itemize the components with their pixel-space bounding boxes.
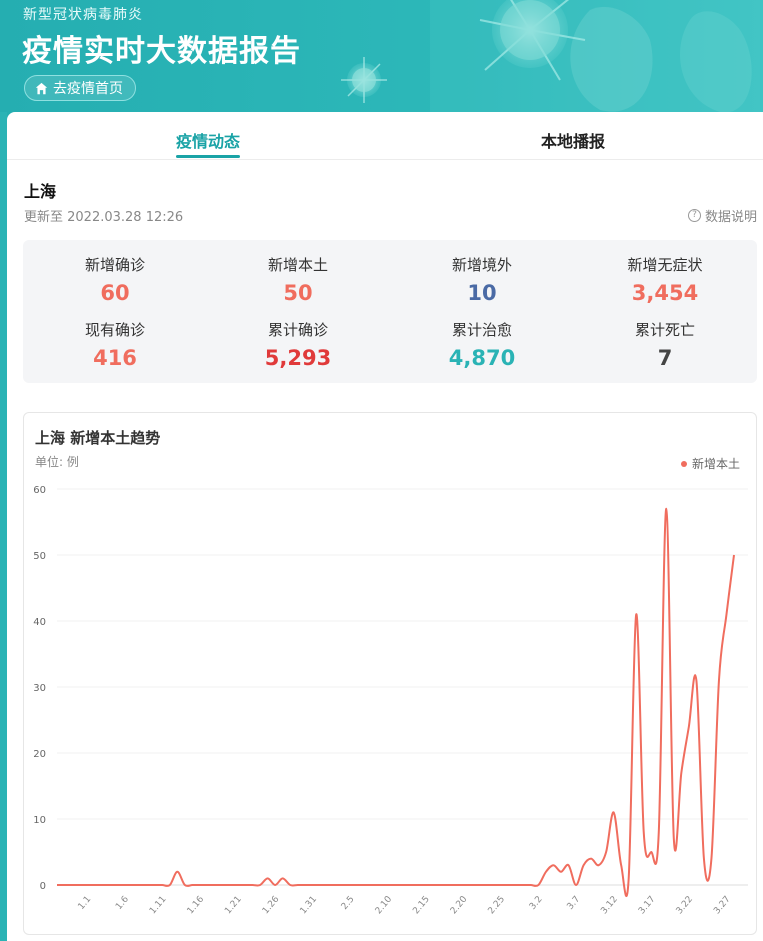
legend-dot (680, 460, 687, 467)
data-note-label: 数据说明 (704, 210, 757, 225)
stat-label: 新增无症状 (627, 256, 703, 274)
x-tick-label: 3.7 (565, 895, 582, 912)
stat-total-cured: 累计治愈 4,870 (390, 319, 574, 370)
question-icon: ? (687, 209, 701, 222)
x-tick-label: 1.11 (148, 895, 169, 917)
stat-label: 新增确诊 (84, 256, 145, 274)
stat-label: 累计确诊 (267, 321, 328, 339)
left-edge (0, 112, 7, 941)
stat-total-deaths: 累计死亡 7 (573, 319, 757, 370)
x-tick-label: 2.5 (340, 895, 357, 912)
stat-new-imported: 新增境外 10 (390, 254, 574, 305)
x-tick-label: 1.21 (223, 895, 244, 917)
stat-new-asymptomatic: 新增无症状 3,454 (573, 254, 757, 305)
x-tick-label: 3.27 (712, 895, 733, 917)
region-name: 上海 (24, 182, 57, 201)
home-button-label: 去疫情首页 (53, 81, 123, 97)
stat-value: 10 (467, 281, 497, 305)
stat-label: 新增本土 (267, 256, 328, 274)
chart-legend[interactable]: 新增本土 (680, 455, 740, 472)
tab-bar: 疫情动态 本地播报 (7, 112, 763, 160)
x-tick-label: 3.22 (675, 895, 696, 917)
x-tick-label: 2.20 (449, 894, 470, 916)
stat-label: 累计死亡 (634, 321, 695, 339)
chart-unit: 单位: 例 (35, 455, 79, 469)
x-tick-label: 1.26 (261, 894, 282, 916)
x-tick-label: 1.16 (186, 894, 207, 916)
x-tick-label: 3.2 (528, 895, 545, 912)
stat-current-confirmed: 现有确诊 416 (23, 319, 207, 370)
stat-label: 累计治愈 (451, 321, 512, 339)
stat-total-confirmed: 累计确诊 5,293 (206, 319, 390, 370)
stat-value: 3,454 (631, 281, 699, 305)
y-tick-label: 30 (33, 683, 46, 694)
content-card: 疫情动态 本地播报 上海 更新至 2022.03.28 12:26 ? 数据说明… (7, 112, 763, 941)
x-tick-label: 1.31 (299, 895, 320, 917)
stat-value: 5,293 (264, 346, 332, 370)
y-tick-label: 0 (40, 881, 46, 892)
stat-value: 60 (100, 281, 130, 305)
chart-title: 上海 新增本土趋势 (35, 429, 161, 447)
stat-label: 新增境外 (451, 256, 512, 274)
y-tick-label: 60 (33, 485, 46, 496)
sub-title: 新型冠状病毒肺炎 (23, 7, 143, 23)
x-tick-label: 2.15 (411, 895, 432, 917)
stat-new-confirmed: 新增确诊 60 (23, 254, 207, 305)
series-line-new-local (57, 507, 735, 898)
y-tick-label: 10 (33, 815, 46, 826)
update-time: 更新至 2022.03.28 12:26 (24, 210, 184, 225)
home-button[interactable]: 去疫情首页 (24, 75, 136, 101)
stat-value: 416 (93, 346, 137, 370)
y-tick-label: 40 (33, 617, 46, 628)
x-tick-label: 1.6 (114, 894, 131, 912)
y-tick-label: 50 (33, 551, 46, 562)
x-tick-label: 3.12 (599, 895, 620, 917)
tab-epidemic-dynamics[interactable]: 疫情动态 (176, 128, 240, 152)
page-title: 疫情实时大数据报告 (22, 34, 301, 69)
y-tick-label: 20 (33, 749, 46, 760)
trend-chart-card: 上海 新增本土趋势 单位: 例 新增本土 0 10 20 30 40 50 60 1.1 1.6… (23, 412, 757, 935)
stat-value: 4,870 (448, 346, 516, 370)
data-note-link[interactable]: ? 数据说明 (687, 206, 757, 225)
stat-value: 7 (657, 346, 673, 370)
x-tick-label: 2.25 (487, 895, 508, 917)
stat-label: 现有确诊 (84, 321, 145, 339)
active-tab-indicator (176, 155, 240, 158)
stats-panel: 新增确诊 60 新增本土 50 新增境外 10 新增无症状 3,454 现有确诊… (23, 240, 757, 383)
stat-value: 50 (283, 281, 313, 305)
x-tick-label: 2.10 (374, 894, 395, 916)
header-banner: 新型冠状病毒肺炎 疫情实时大数据报告 去疫情首页 (0, 0, 763, 125)
stat-new-local: 新增本土 50 (206, 254, 390, 305)
legend-label: 新增本土 (691, 457, 740, 471)
x-tick-label: 3.17 (637, 895, 658, 917)
tab-local-broadcast[interactable]: 本地播报 (541, 128, 605, 152)
x-tick-label: 1.1 (77, 895, 94, 912)
home-icon (35, 82, 48, 94)
trend-chart: 0 10 20 30 40 50 60 1.1 1.6 1.11 1.16 1.21 1.26 1.31 2… (33, 485, 748, 917)
